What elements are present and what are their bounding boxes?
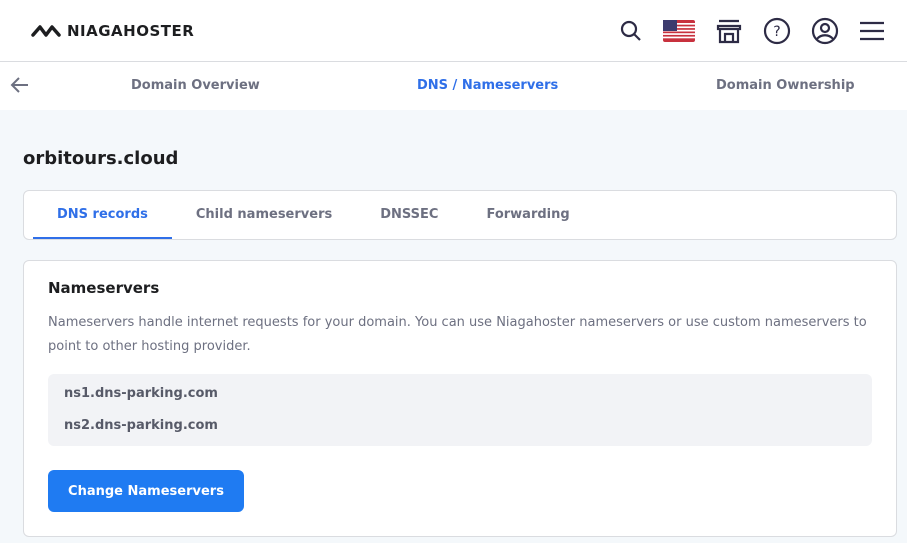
help-icon[interactable]: ? [763, 17, 791, 45]
us-flag-icon[interactable] [663, 19, 695, 42]
nav-dns-nameservers[interactable]: DNS / Nameservers [417, 78, 558, 93]
tab-dns-records[interactable]: DNS records [33, 191, 172, 239]
card-description: Nameservers handle internet requests for… [48, 315, 867, 354]
nameservers-card: Nameservers Nameservers handle internet … [23, 260, 897, 537]
top-header: NIAGAHOSTER ? [0, 0, 907, 62]
nameserver-item: ns2.dns-parking.com [64, 418, 218, 433]
brand-name: NIAGAHOSTER [67, 21, 195, 40]
nameserver-list: ns1.dns-parking.com ns2.dns-parking.com [48, 374, 872, 446]
nav-domain-overview[interactable]: Domain Overview [131, 78, 260, 93]
card-title: Nameservers [48, 279, 160, 297]
domain-title: orbitours.cloud [23, 148, 179, 169]
nameserver-item: ns1.dns-parking.com [64, 386, 218, 401]
account-icon[interactable] [811, 17, 839, 45]
tab-dnssec[interactable]: DNSSEC [356, 191, 462, 239]
domain-subnav: Domain Overview DNS / Nameservers Domain… [0, 62, 907, 110]
search-icon[interactable] [619, 19, 643, 43]
tab-child-nameservers[interactable]: Child nameservers [172, 191, 356, 239]
change-nameservers-button[interactable]: Change Nameservers [48, 470, 244, 512]
back-arrow-icon[interactable] [10, 76, 30, 98]
logo[interactable]: NIAGAHOSTER [31, 22, 194, 40]
nav-domain-ownership[interactable]: Domain Ownership [716, 78, 855, 93]
tab-forwarding[interactable]: Forwarding [462, 191, 593, 239]
logo-wave-icon [31, 24, 61, 37]
dns-tabs: DNS records Child nameservers DNSSEC For… [23, 190, 897, 240]
store-icon[interactable] [715, 18, 743, 44]
menu-icon[interactable] [859, 21, 885, 41]
svg-text:?: ? [773, 24, 780, 40]
